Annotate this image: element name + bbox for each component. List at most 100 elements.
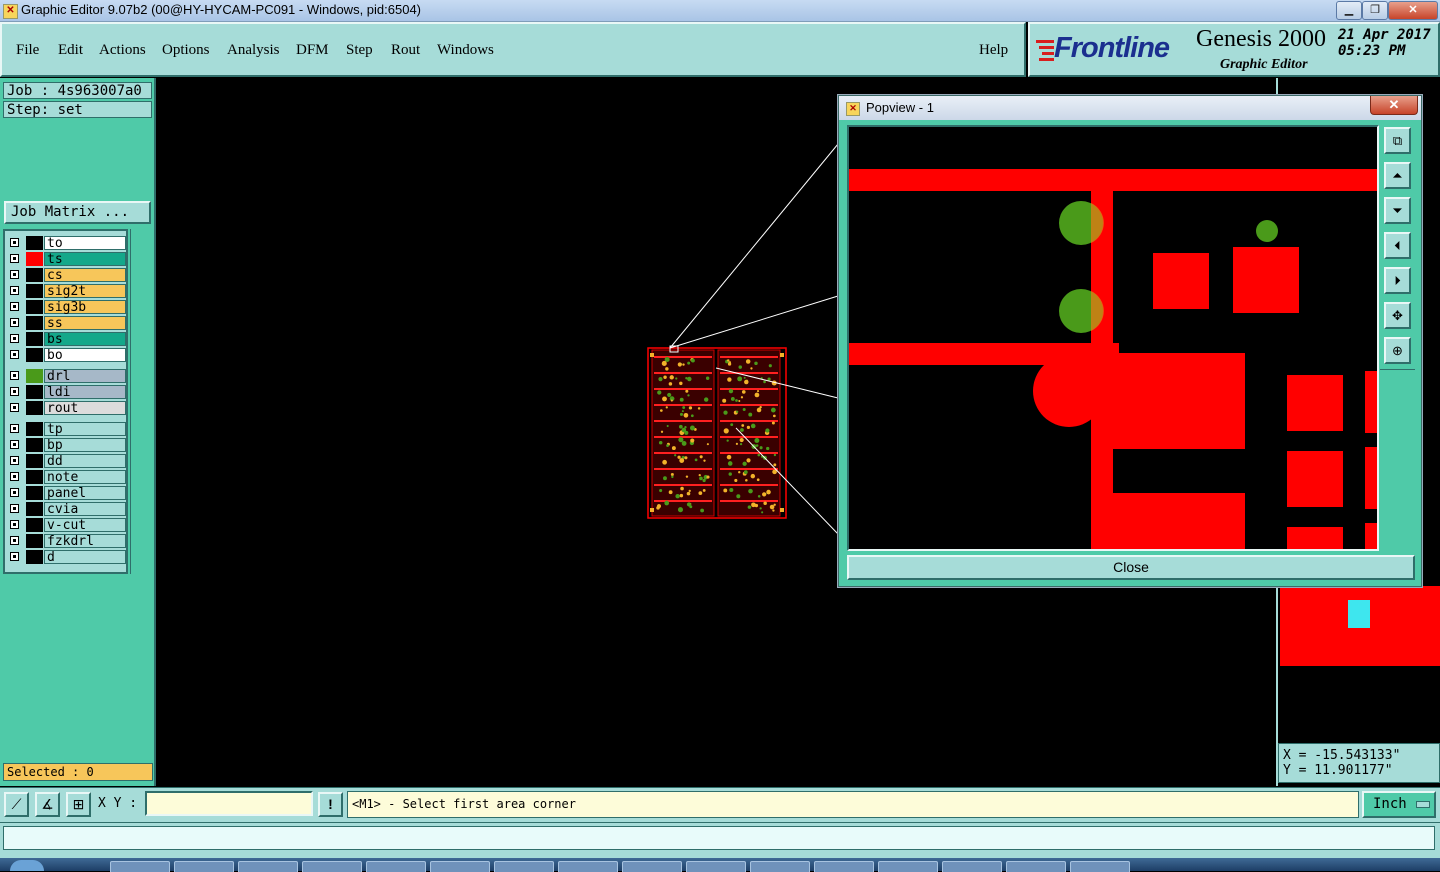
layer-name[interactable]: d: [44, 550, 126, 565]
layer-name[interactable]: bs: [44, 332, 126, 347]
layer-name[interactable]: fzkdrl: [44, 534, 126, 549]
grid-snap-icon[interactable]: ⊞: [66, 792, 91, 817]
layer-row-drl[interactable]: drl: [8, 369, 126, 384]
menu-edit[interactable]: Edit: [58, 42, 83, 59]
pan-down-icon[interactable]: ⏷: [1384, 197, 1411, 224]
layer-color-swatch[interactable]: [26, 268, 43, 282]
layer-row-sig2t[interactable]: sig2t: [8, 284, 126, 299]
layer-checkbox[interactable]: [10, 254, 19, 263]
layer-row-d[interactable]: d: [8, 550, 126, 565]
layer-checkbox[interactable]: [10, 371, 19, 380]
layer-color-swatch[interactable]: [26, 401, 43, 415]
layer-row-ldi[interactable]: ldi: [8, 385, 126, 400]
taskbar-app[interactable]: [174, 861, 234, 872]
alert-icon[interactable]: !: [318, 792, 343, 817]
layer-row-cs[interactable]: cs: [8, 268, 126, 283]
menu-options[interactable]: Options: [162, 42, 210, 59]
menu-analysis[interactable]: Analysis: [227, 42, 280, 59]
layer-row-v-cut[interactable]: v-cut: [8, 518, 126, 533]
menu-actions[interactable]: Actions: [99, 42, 146, 59]
layer-name[interactable]: rout: [44, 401, 126, 416]
layer-name[interactable]: ss: [44, 316, 126, 331]
layer-color-swatch[interactable]: [26, 300, 43, 314]
mini-view-frame[interactable]: [1348, 600, 1370, 628]
layer-checkbox[interactable]: [10, 270, 19, 279]
taskbar-app[interactable]: [238, 861, 298, 872]
taskbar-app[interactable]: [366, 861, 426, 872]
layer-name[interactable]: sig3b: [44, 300, 126, 315]
layer-name[interactable]: ldi: [44, 385, 126, 400]
taskbar-app[interactable]: [110, 861, 170, 872]
layer-color-swatch[interactable]: [26, 470, 43, 484]
zoom-home-icon[interactable]: ⊕: [1384, 337, 1411, 364]
taskbar-app[interactable]: [494, 861, 554, 872]
layer-color-swatch[interactable]: [26, 316, 43, 330]
taskbar-app[interactable]: [302, 861, 362, 872]
units-selector[interactable]: Inch: [1362, 791, 1436, 818]
layer-row-to[interactable]: to: [8, 236, 126, 251]
taskbar-app[interactable]: [878, 861, 938, 872]
pan-right-icon[interactable]: ⏵: [1384, 267, 1411, 294]
measure-angle-icon[interactable]: ∡: [35, 792, 60, 817]
layer-color-swatch[interactable]: [26, 518, 43, 532]
layer-checkbox[interactable]: [10, 334, 19, 343]
layer-name[interactable]: dd: [44, 454, 126, 469]
layer-name[interactable]: to: [44, 236, 126, 251]
layer-row-bo[interactable]: bo: [8, 348, 126, 363]
layer-checkbox[interactable]: [10, 552, 19, 561]
restore-button[interactable]: ❐: [1362, 1, 1388, 20]
layer-row-panel[interactable]: panel: [8, 486, 126, 501]
zoom-fit-icon[interactable]: ✥: [1384, 302, 1411, 329]
layer-checkbox[interactable]: [10, 286, 19, 295]
layer-name[interactable]: bp: [44, 438, 126, 453]
layer-row-dd[interactable]: dd: [8, 454, 126, 469]
layer-row-bs[interactable]: bs: [8, 332, 126, 347]
layer-checkbox[interactable]: [10, 403, 19, 412]
minimize-button[interactable]: ▁: [1336, 1, 1362, 20]
taskbar-app[interactable]: [750, 861, 810, 872]
layer-checkbox[interactable]: [10, 424, 19, 433]
layer-checkbox[interactable]: [10, 350, 19, 359]
popview-close-button[interactable]: Close: [847, 555, 1415, 580]
layer-color-swatch[interactable]: [26, 534, 43, 548]
layer-row-note[interactable]: note: [8, 470, 126, 485]
layer-name[interactable]: drl: [44, 369, 126, 384]
layer-color-swatch[interactable]: [26, 486, 43, 500]
menu-help[interactable]: Help: [979, 42, 1008, 59]
layer-checkbox[interactable]: [10, 456, 19, 465]
layer-name[interactable]: cs: [44, 268, 126, 283]
layer-color-swatch[interactable]: [26, 422, 43, 436]
layer-row-fzkdrl[interactable]: fzkdrl: [8, 534, 126, 549]
layer-name[interactable]: note: [44, 470, 126, 485]
taskbar-app[interactable]: [558, 861, 618, 872]
layer-list-scrollbar[interactable]: [130, 229, 154, 574]
menu-step[interactable]: Step: [346, 42, 373, 59]
menu-file[interactable]: File: [16, 42, 39, 59]
layer-name[interactable]: cvia: [44, 502, 126, 517]
taskbar-app[interactable]: [814, 861, 874, 872]
layer-row-ss[interactable]: ss: [8, 316, 126, 331]
layer-color-swatch[interactable]: [26, 332, 43, 346]
layer-name[interactable]: v-cut: [44, 518, 126, 533]
layer-row-rout[interactable]: rout: [8, 401, 126, 416]
layer-checkbox[interactable]: [10, 387, 19, 396]
layer-color-swatch[interactable]: [26, 369, 43, 383]
taskbar-app[interactable]: [686, 861, 746, 872]
layer-checkbox[interactable]: [10, 472, 19, 481]
start-button[interactable]: [10, 860, 44, 871]
layer-checkbox[interactable]: [10, 488, 19, 497]
popview-scroll-track[interactable]: [1380, 369, 1415, 552]
taskbar-app[interactable]: [622, 861, 682, 872]
layer-color-swatch[interactable]: [26, 550, 43, 564]
close-window-button[interactable]: ✕: [1388, 1, 1438, 20]
layer-row-ts[interactable]: ts: [8, 252, 126, 267]
layer-name[interactable]: panel: [44, 486, 126, 501]
layer-checkbox[interactable]: [10, 302, 19, 311]
layer-row-bp[interactable]: bp: [8, 438, 126, 453]
layer-name[interactable]: sig2t: [44, 284, 126, 299]
layer-checkbox[interactable]: [10, 536, 19, 545]
layer-color-swatch[interactable]: [26, 236, 43, 250]
layer-checkbox[interactable]: [10, 520, 19, 529]
layer-row-sig3b[interactable]: sig3b: [8, 300, 126, 315]
taskbar-app[interactable]: [1006, 861, 1066, 872]
